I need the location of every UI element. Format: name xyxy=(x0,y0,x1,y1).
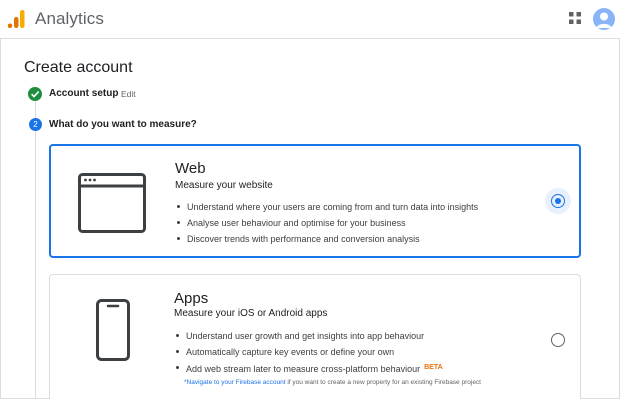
web-option-subtitle: Measure your website xyxy=(175,180,273,191)
analytics-logo-icon[interactable] xyxy=(7,9,25,29)
apps-option-title: Apps xyxy=(174,290,209,307)
list-item: Discover trends with performance and con… xyxy=(175,233,478,249)
step-complete-check-icon xyxy=(28,87,42,101)
web-option-card[interactable]: Web Measure your website Understand wher… xyxy=(49,144,581,258)
web-radio-button[interactable] xyxy=(545,188,571,214)
list-item: Understand where your users are coming f… xyxy=(175,201,478,217)
list-item: Analyse user behaviour and optimise for … xyxy=(175,217,478,233)
mobile-phone-icon xyxy=(96,299,130,361)
browser-window-icon xyxy=(78,173,146,233)
list-item: Automatically capture key events or defi… xyxy=(174,346,443,362)
apps-option-benefits: Understand user growth and get insights … xyxy=(174,330,443,378)
firebase-account-link[interactable]: *Navigate to your Firebase account xyxy=(184,379,286,386)
stepper-line xyxy=(35,101,36,399)
top-app-bar: Analytics xyxy=(0,0,620,39)
list-item-text: Add web stream later to measure cross-pl… xyxy=(186,364,421,374)
app-title: Analytics xyxy=(35,9,104,28)
beta-badge: BETA xyxy=(424,364,443,371)
web-option-benefits: Understand where your users are coming f… xyxy=(175,201,478,249)
apps-radio-button[interactable] xyxy=(551,333,565,347)
list-item: Understand user growth and get insights … xyxy=(174,330,443,346)
step-measure-label: What do you want to measure? xyxy=(49,119,197,130)
apps-option-card[interactable]: Apps Measure your iOS or Android apps Un… xyxy=(49,274,581,399)
firebase-note-text: if you want to create a new property for… xyxy=(285,379,481,386)
web-option-title: Web xyxy=(175,160,206,177)
firebase-note: *Navigate to your Firebase account if yo… xyxy=(184,379,481,386)
list-item: Add web stream later to measure cross-pl… xyxy=(174,362,443,378)
apps-grid-icon[interactable] xyxy=(569,12,581,24)
page-title: Create account xyxy=(24,59,133,76)
radio-selected-icon xyxy=(551,194,565,208)
account-avatar-icon[interactable] xyxy=(593,8,615,30)
person-silhouette-icon xyxy=(596,12,612,28)
step-number-badge: 2 xyxy=(29,118,42,131)
step-account-setup-label: Account setup xyxy=(49,88,119,99)
edit-account-setup-link[interactable]: Edit xyxy=(121,89,136,99)
apps-option-subtitle: Measure your iOS or Android apps xyxy=(174,308,328,319)
